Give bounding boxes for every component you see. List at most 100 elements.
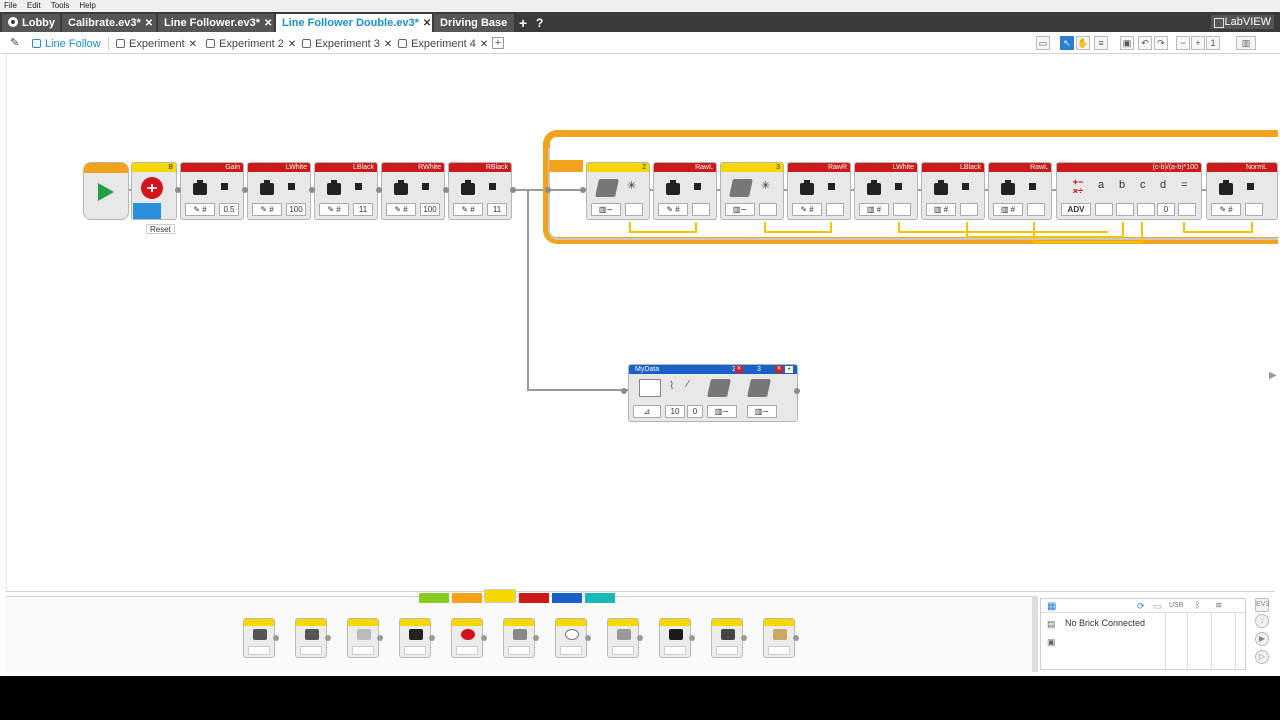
start-block[interactable] — [83, 162, 129, 220]
project-tab-driving-base[interactable]: Driving Base — [434, 14, 514, 32]
palette-timer-block[interactable] — [555, 618, 591, 658]
mode-selector[interactable]: ✎ # — [185, 203, 215, 216]
project-tab-line-follower-double[interactable]: Line Follower Double.ev3* ✕ — [276, 14, 432, 32]
motor-rotation-reset-block[interactable]: B — [131, 162, 177, 220]
rate-input[interactable]: 10 — [665, 405, 685, 418]
remove-sensor-icon[interactable]: ✕ — [735, 366, 743, 373]
sensor-mode-selector[interactable]: ▥∼ — [707, 405, 737, 418]
close-icon[interactable]: ✕ — [264, 18, 272, 29]
add-sensor-icon[interactable]: + — [785, 366, 793, 373]
palette-touch-sensor-block[interactable] — [607, 618, 643, 658]
select-tool-icon[interactable]: ↖ — [1060, 36, 1074, 50]
mode-selector[interactable]: ✎ # — [792, 203, 822, 216]
project-properties-icon[interactable]: ✎ — [10, 36, 19, 49]
category-tab-advanced[interactable] — [552, 593, 582, 603]
variable-block-rawl[interactable]: RawL ✎ # — [653, 162, 717, 220]
palette-motor-rotation-block[interactable] — [451, 618, 487, 658]
variable-read-block-rawl[interactable]: RawL ▥ # — [988, 162, 1052, 220]
category-tab-my-blocks[interactable] — [585, 593, 615, 603]
color-sensor-block-port-2[interactable]: 2 ✳ ▥∼ — [586, 162, 650, 220]
variable-block-rwhite[interactable]: RWhite ✎ # 100 — [381, 162, 445, 220]
bluetooth-icon[interactable]: ᛒ — [1195, 600, 1200, 610]
value-input[interactable]: 11 — [487, 203, 507, 216]
menu-help[interactable]: Help — [79, 0, 95, 12]
mode-selector[interactable]: ADV — [1061, 203, 1091, 216]
output-plug[interactable] — [625, 203, 643, 216]
wifi-icon[interactable]: ≋ — [1215, 600, 1223, 611]
variable-block-norml[interactable]: NormL ✎ # — [1206, 162, 1278, 220]
variable-block-lblack[interactable]: LBlack ✎ # 11 — [314, 162, 378, 220]
sequence-plug[interactable] — [242, 187, 248, 193]
program-tab-line-follow[interactable]: Line Follow — [32, 36, 101, 52]
comment-icon[interactable]: ▭ — [1036, 36, 1050, 50]
sequence-plug[interactable] — [376, 187, 382, 193]
close-icon[interactable]: ✕ — [189, 39, 197, 50]
value-input[interactable]: 100 — [286, 203, 306, 216]
mode-selector[interactable]: ▥∼ — [725, 203, 755, 216]
unit-input[interactable]: 0 — [687, 405, 703, 418]
close-icon[interactable]: ✕ — [145, 18, 153, 29]
mode-selector[interactable]: ⊿ — [633, 405, 661, 418]
brick-icon[interactable]: ▤ — [1047, 619, 1056, 630]
pan-tool-icon[interactable]: ✋ — [1076, 36, 1090, 50]
palette-ultrasonic-sensor-block[interactable] — [659, 618, 695, 658]
help-button[interactable]: ? — [536, 15, 543, 31]
add-project-button[interactable]: + — [519, 15, 527, 31]
palette-infrared-sensor-block[interactable] — [399, 618, 435, 658]
value-input[interactable] — [826, 203, 844, 216]
input-d[interactable]: 0 — [1157, 203, 1175, 216]
mode-selector[interactable]: ▥ # — [926, 203, 956, 216]
mode-selector[interactable]: ▥ # — [859, 203, 889, 216]
mode-selector[interactable]: ✎ # — [386, 203, 416, 216]
sequence-plug[interactable] — [545, 187, 551, 193]
color-sensor-block-port-3[interactable]: 3 ✳ ▥∼ — [720, 162, 784, 220]
sequence-plug[interactable] — [443, 187, 449, 193]
close-icon[interactable]: ✕ — [423, 18, 431, 29]
undo-icon[interactable]: ↶ — [1138, 36, 1152, 50]
project-tab-lobby[interactable]: Lobby — [2, 14, 60, 32]
category-tab-data[interactable] — [519, 593, 549, 603]
palette-energy-meter-block[interactable] — [711, 618, 747, 658]
input-b[interactable] — [1116, 203, 1134, 216]
output-plug[interactable] — [1027, 203, 1045, 216]
zoom-out-icon[interactable]: − — [1176, 36, 1190, 50]
variable-block-rblack[interactable]: RBlack ✎ # 11 — [448, 162, 512, 220]
category-tab-sensor[interactable] — [484, 589, 516, 603]
close-icon[interactable]: ✕ — [384, 39, 392, 50]
mode-selector[interactable]: ▥ # — [993, 203, 1023, 216]
port-view-tab-icon[interactable]: ▣ — [1047, 637, 1056, 648]
redo-icon[interactable]: ↷ — [1154, 36, 1168, 50]
sequence-plug[interactable] — [309, 187, 315, 193]
output-plug[interactable] — [960, 203, 978, 216]
palette-brick-buttons-block[interactable] — [243, 618, 279, 658]
menu-file[interactable]: File — [4, 0, 17, 12]
output-plug[interactable] — [759, 203, 777, 216]
usb-label[interactable]: USB — [1169, 602, 1183, 609]
zoom-in-icon[interactable]: + — [1191, 36, 1205, 50]
program-tab-experiment-3[interactable]: Experiment 3 ✕ — [302, 36, 392, 52]
value-input[interactable]: 11 — [353, 203, 373, 216]
mode-selector[interactable]: ✎ # — [658, 203, 688, 216]
mode-selector[interactable]: ▥∼ — [591, 203, 621, 216]
data-logging-block[interactable]: MyData 2 ✕ 3 ✕ + ⌇ ⁄ ⊿ 10 0 ▥∼ ▥∼ — [628, 364, 798, 422]
save-icon[interactable]: ▣ — [1120, 36, 1134, 50]
program-tab-experiment-2[interactable]: Experiment 2 ✕ — [206, 36, 296, 52]
sequence-plug[interactable] — [621, 388, 627, 394]
program-tab-experiment-4[interactable]: Experiment 4 ✕ — [398, 36, 488, 52]
value-input[interactable]: 100 — [420, 203, 440, 216]
brick-info-icon[interactable]: ▦ — [1047, 601, 1056, 612]
mode-selector[interactable] — [133, 203, 161, 219]
comment-tool-icon[interactable]: ≡ — [1094, 36, 1108, 50]
sequence-plug[interactable] — [580, 187, 586, 193]
mode-selector[interactable]: ✎ # — [319, 203, 349, 216]
palette-color-sensor-block[interactable] — [295, 618, 331, 658]
download-selected-icon[interactable]: ▷ — [1255, 650, 1269, 664]
close-icon[interactable]: ✕ — [288, 39, 296, 50]
project-tab-line-follower[interactable]: Line Follower.ev3* ✕ — [158, 14, 274, 32]
variable-read-block-lwhite[interactable]: LWhite ▥ # — [854, 162, 918, 220]
value-input[interactable] — [1245, 203, 1263, 216]
value-input[interactable] — [692, 203, 710, 216]
download-icon[interactable]: ↓ — [1255, 614, 1269, 628]
sequence-plug[interactable] — [794, 388, 800, 394]
variable-block-rawr[interactable]: RawR ✎ # — [787, 162, 851, 220]
